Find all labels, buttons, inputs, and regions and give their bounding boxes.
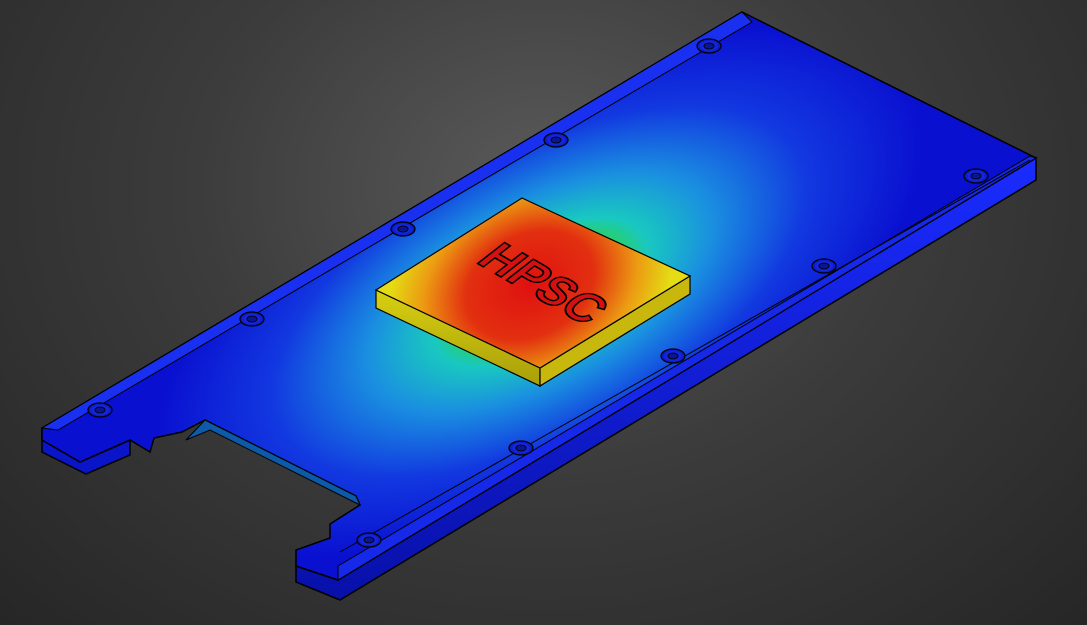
thermal-plate-render: HPSC: [40, 11, 1038, 601]
render-viewport: HPSC: [0, 0, 1087, 625]
